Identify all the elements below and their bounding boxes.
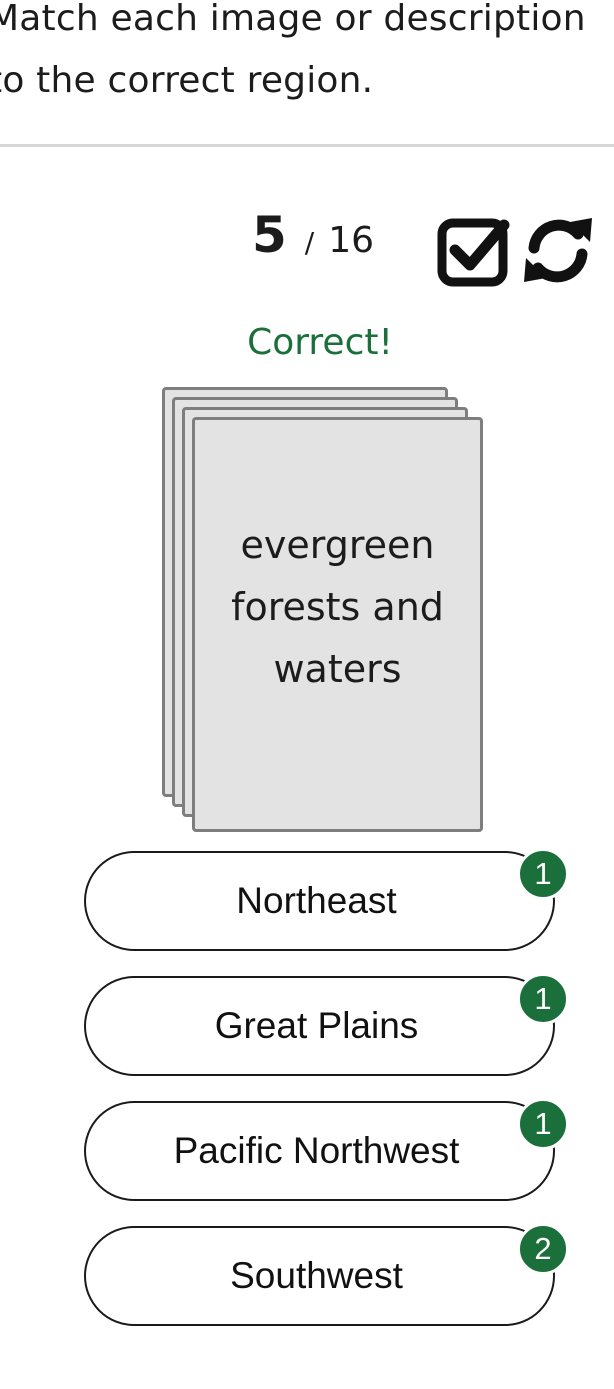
refresh-icon[interactable] xyxy=(520,212,596,288)
description-card[interactable]: evergreen forests and waters xyxy=(192,417,483,832)
instructions-text: Match each image or description to the c… xyxy=(0,0,586,101)
region-option-northeast[interactable]: Northeast 1 xyxy=(84,848,569,951)
progress-counter: 5 / 16 xyxy=(252,206,374,276)
progress-separator: / xyxy=(304,226,315,259)
match-count-badge: 1 xyxy=(517,1098,569,1150)
check-square-icon[interactable] xyxy=(437,212,513,288)
total-card-count: 16 xyxy=(328,220,375,261)
region-option-great-plains[interactable]: Great Plains 1 xyxy=(84,973,569,1076)
region-option-label: Pacific Northwest xyxy=(173,1130,460,1171)
region-option-label: Great Plains xyxy=(214,1005,419,1046)
region-option-label: Southwest xyxy=(230,1255,403,1296)
region-option-label: Northeast xyxy=(236,880,397,921)
match-count-badge: 2 xyxy=(517,1223,569,1275)
region-option-pacific-northwest[interactable]: Pacific Northwest 1 xyxy=(84,1098,569,1201)
match-count-badge: 1 xyxy=(517,848,569,900)
card-description: evergreen forests and waters xyxy=(231,523,444,691)
current-card-number: 5 xyxy=(252,206,287,264)
region-option-southwest[interactable]: Southwest 2 xyxy=(84,1223,569,1326)
feedback-message: Correct! xyxy=(247,322,393,363)
divider xyxy=(0,144,614,147)
match-count-badge: 1 xyxy=(517,973,569,1025)
